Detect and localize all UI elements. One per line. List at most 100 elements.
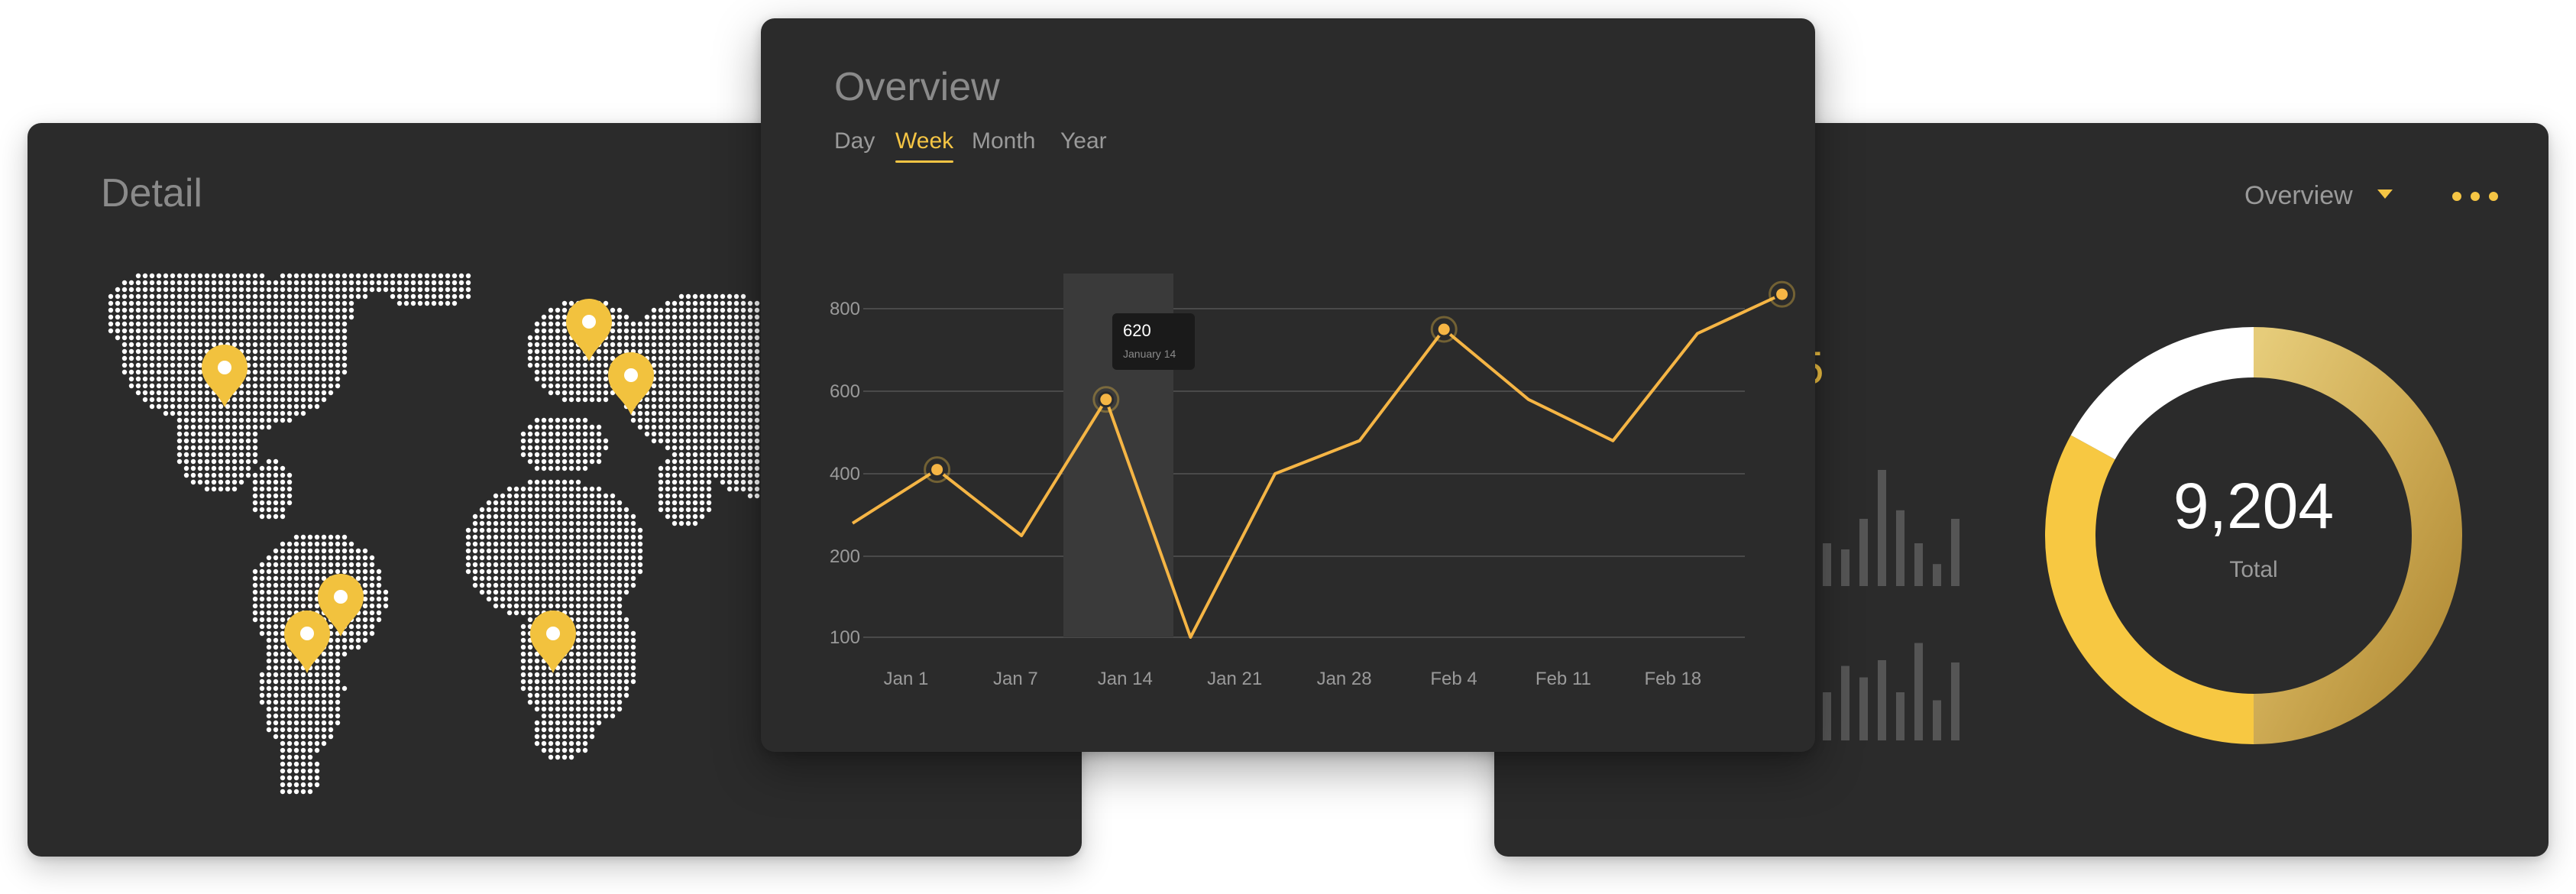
map-dot: [362, 287, 368, 293]
map-dot: [644, 403, 650, 410]
map-dot: [128, 362, 134, 368]
map-dot: [747, 493, 753, 499]
map-dot: [362, 293, 368, 300]
map-dot: [706, 348, 712, 355]
map-dot: [121, 321, 128, 327]
map-dot: [286, 610, 293, 616]
map-dot: [506, 589, 513, 595]
map-dot: [534, 335, 540, 341]
map-dot: [458, 273, 464, 279]
map-dot: [293, 589, 299, 595]
map-dot: [555, 734, 561, 740]
map-dot: [383, 589, 389, 595]
map-dot: [630, 665, 636, 671]
map-dot: [603, 637, 609, 643]
map-dot: [314, 672, 320, 678]
map-pin-icon[interactable]: [530, 611, 576, 673]
map-dot: [293, 754, 299, 760]
map-dot: [190, 452, 196, 458]
map-dot: [328, 321, 334, 327]
map-dot: [273, 630, 279, 636]
map-dot: [355, 548, 361, 554]
map-dot: [266, 596, 272, 602]
map-dot: [424, 293, 430, 300]
map-dot: [465, 568, 471, 575]
map-dot: [266, 493, 272, 499]
map-dot: [678, 507, 684, 513]
map-dot: [321, 390, 327, 396]
map-dot: [273, 692, 279, 698]
map-dot: [225, 410, 231, 416]
map-dot: [259, 589, 265, 595]
map-dot: [575, 575, 581, 581]
map-dot: [321, 720, 327, 726]
map-dot: [548, 355, 554, 361]
map-dot: [335, 383, 341, 389]
map-dot: [589, 390, 595, 396]
data-point[interactable]: [1435, 321, 1452, 338]
map-dot: [314, 403, 320, 410]
data-point[interactable]: [929, 462, 946, 478]
map-dot: [348, 287, 354, 293]
map-dot: [197, 465, 203, 471]
tooltip-date: January 14: [1123, 348, 1176, 360]
map-dot: [582, 568, 588, 575]
map-dot: [362, 637, 368, 643]
map-dot: [610, 493, 616, 499]
map-dot: [170, 390, 176, 396]
map-dot: [280, 555, 286, 561]
map-dot: [486, 596, 492, 602]
map-dot: [733, 314, 739, 320]
map-dot: [273, 624, 279, 630]
map-dot: [286, 383, 293, 389]
map-dot: [438, 287, 444, 293]
map-dot: [273, 644, 279, 650]
map-dot: [500, 520, 506, 526]
map-dot: [706, 342, 712, 348]
map-dot: [754, 403, 760, 410]
map-dot: [672, 362, 678, 368]
map-dot: [548, 720, 554, 726]
map-dot: [128, 280, 134, 286]
map-dot: [170, 335, 176, 341]
map-dot: [170, 328, 176, 334]
map-dot: [286, 740, 293, 747]
map-dot: [665, 300, 671, 306]
map-dot: [589, 720, 595, 726]
map-dot: [335, 314, 341, 320]
map-dot: [142, 362, 148, 368]
map-dot: [211, 307, 217, 313]
map-dot: [548, 548, 554, 554]
map-dot: [314, 562, 320, 568]
map-dot: [678, 397, 684, 403]
map-dot: [637, 541, 643, 547]
map-dot: [616, 342, 623, 348]
map-dot: [651, 342, 657, 348]
map-pin-icon[interactable]: [284, 611, 330, 673]
x-tick-label: Jan 1: [884, 669, 929, 689]
map-dot: [286, 603, 293, 609]
map-dot: [727, 397, 733, 403]
map-dot: [321, 685, 327, 692]
map-dot: [438, 280, 444, 286]
map-dot: [616, 335, 623, 341]
data-point[interactable]: [1774, 286, 1791, 303]
map-dot: [266, 720, 272, 726]
map-dot: [513, 610, 519, 616]
map-dot: [692, 321, 698, 327]
map-dot: [754, 486, 760, 492]
map-dot: [534, 417, 540, 423]
map-dot: [644, 321, 650, 327]
map-dot: [733, 445, 739, 451]
map-dot: [575, 589, 581, 595]
map-dot: [665, 410, 671, 416]
data-point[interactable]: [1098, 391, 1115, 408]
map-dot: [665, 403, 671, 410]
map-dot: [589, 513, 595, 520]
map-dot: [176, 438, 183, 444]
map-dot: [541, 685, 547, 692]
donut-segment[interactable]: [2070, 327, 2254, 460]
map-dot: [678, 300, 684, 306]
map-dot: [706, 300, 712, 306]
map-dot: [286, 410, 293, 416]
